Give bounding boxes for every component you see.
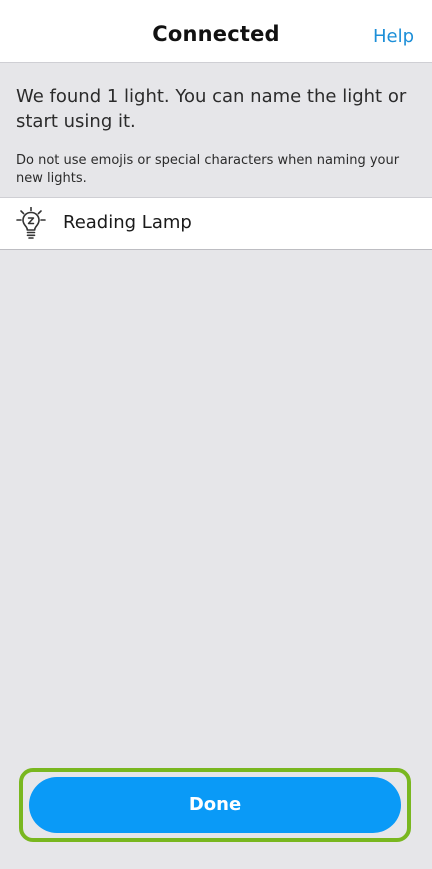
page-title: Connected: [152, 22, 280, 46]
nav-header: Connected Help: [0, 0, 432, 63]
light-list-item[interactable]: Reading Lamp: [0, 197, 432, 250]
help-link[interactable]: Help: [373, 26, 414, 47]
done-button[interactable]: Done: [29, 777, 401, 833]
light-name-label: Reading Lamp: [63, 212, 192, 233]
found-lights-message: We found 1 light. You can name the light…: [16, 86, 407, 132]
lightbulb-icon: [16, 207, 46, 239]
naming-warning: Do not use emojis or special characters …: [16, 153, 400, 186]
connected-screen: Connected Help We found 1 light. You can…: [0, 0, 432, 869]
